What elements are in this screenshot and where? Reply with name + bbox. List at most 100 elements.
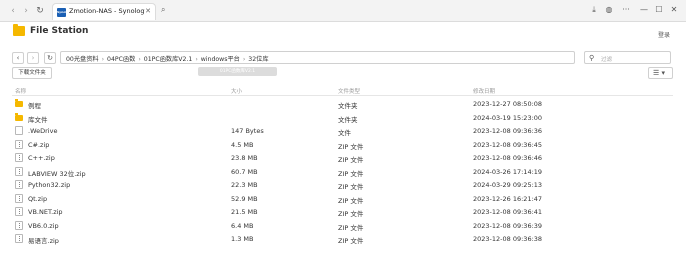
table-header: 名称 大小 文件类型 修改日期 (12, 85, 673, 96)
file-size: 52.9 MB (231, 194, 258, 203)
breadcrumb-item[interactable]: 00光盘资料 (66, 56, 99, 63)
zip-file-icon (15, 180, 23, 189)
file-modified: 2024-03-29 09:25:13 (473, 181, 543, 189)
breadcrumb-separator-icon: › (101, 56, 105, 63)
table-row[interactable]: VB6.0.zip 6.4 MB ZIP 文件 2023-12-08 09:36:39 (12, 219, 673, 233)
file-modified: 2023-12-08 09:36:39 (473, 221, 543, 230)
file-size: 21.5 MB (231, 208, 258, 216)
disabled-hint: 01PC函数库V2.1 (198, 67, 277, 76)
search-icon[interactable]: ⌕ (161, 5, 165, 15)
file-name: 易语言.zip (28, 237, 59, 245)
table-row[interactable]: 库文件 文件夹 2024-03-19 15:23:00 (12, 111, 673, 125)
file-name: LABVIEW 32位.zip (28, 169, 86, 178)
zip-file-icon (15, 166, 23, 176)
file-modified: 2023-12-08 09:36:38 (473, 235, 543, 243)
view-mode-button[interactable]: ☰ ▾ (648, 67, 673, 79)
download-icon[interactable]: ⤓ (588, 5, 600, 15)
breadcrumb-item[interactable]: 01PC函数库V2.1 (144, 56, 193, 63)
file-name: 例程 (28, 102, 41, 110)
refresh-button[interactable]: ↻ (44, 52, 56, 64)
file-name: VB6.0.zip (28, 221, 59, 230)
breadcrumb-item[interactable]: 32位库 (248, 56, 268, 63)
file-type: 文件夹 (338, 102, 358, 110)
forward-arrow-icon[interactable]: › (21, 6, 31, 16)
tab-close-icon[interactable]: ✕ (145, 7, 151, 15)
app-header (0, 22, 686, 44)
breadcrumb: 00光盘资料 › 04PC函数 › 01PC函数库V2.1 › windows平… (60, 51, 575, 64)
table-row[interactable]: VB.NET.zip 21.5 MB ZIP 文件 2023-12-08 09:36:… (12, 205, 673, 219)
filter-placeholder: 过滤 (601, 57, 613, 63)
file-name: C++.zip (28, 154, 55, 162)
file-icon (15, 126, 23, 135)
file-modified: 2023-12-26 16:21:47 (473, 194, 543, 203)
zip-file-icon (15, 193, 23, 203)
table-row[interactable]: Python32.zip 22.3 MB ZIP 文件 2024-03-29 09:2… (12, 178, 673, 192)
login-link[interactable]: 登录 (658, 30, 670, 39)
file-size: 60.7 MB (231, 167, 258, 176)
file-modified: 2023-12-08 09:36:36 (473, 127, 543, 135)
table-row[interactable]: C++.zip 23.8 MB ZIP 文件 2023-12-08 09:36:46 (12, 151, 673, 165)
filter-icon: ⚲ (589, 54, 595, 62)
globe-icon[interactable]: ◍ (603, 5, 615, 14)
breadcrumb-item[interactable]: windows平台 (201, 56, 240, 63)
zip-file-icon (15, 153, 23, 162)
file-modified: 2023-12-27 08:50:08 (473, 100, 543, 108)
file-name: .WeDrive (28, 127, 58, 135)
file-size: 4.5 MB (231, 140, 254, 149)
file-type: 文件 (338, 129, 351, 137)
table-row[interactable]: .WeDrive 147 Bytes 文件 2023-12-08 09:36:36 (12, 124, 673, 138)
zip-file-icon (15, 220, 23, 230)
breadcrumb-item[interactable]: 04PC函数 (107, 56, 135, 63)
file-type: ZIP 文件 (338, 237, 364, 245)
table-row[interactable]: LABVIEW 32位.zip 60.7 MB ZIP 文件 2024-03-26 1… (12, 165, 673, 179)
table-row[interactable]: 易语言.zip 1.3 MB ZIP 文件 2023-12-08 09:36:38 (12, 232, 673, 246)
file-size: 147 Bytes (231, 127, 264, 135)
file-name: Python32.zip (28, 181, 71, 189)
breadcrumb-separator-icon: › (195, 56, 198, 63)
file-type: ZIP 文件 (338, 196, 364, 205)
file-name: Qt.zip (28, 194, 48, 203)
file-size: 6.4 MB (231, 221, 254, 230)
file-type: ZIP 文件 (338, 142, 364, 151)
table-row[interactable]: 例程 文件夹 2023-12-27 08:50:08 (12, 97, 673, 111)
file-modified: 2023-12-08 09:36:46 (473, 154, 543, 162)
window-close-icon[interactable]: ✕ (668, 5, 680, 14)
file-type: ZIP 文件 (338, 183, 364, 191)
back-button[interactable]: ‹ (12, 52, 24, 64)
filter-input[interactable]: ⚲ 过滤 (584, 51, 671, 64)
breadcrumb-separator-icon: › (242, 56, 246, 63)
column-header-modified[interactable]: 修改日期 (473, 87, 495, 95)
tab-title: Zmotion-NAS - Synology N (69, 7, 145, 15)
file-station-folder-icon (13, 24, 25, 36)
file-modified: 2023-12-08 09:36:45 (473, 140, 543, 149)
table-row[interactable]: C#.zip 4.5 MB ZIP 文件 2023-12-08 09:36:45 (12, 138, 673, 152)
column-header-size[interactable]: 大小 (231, 87, 242, 95)
file-modified: 2023-12-08 09:36:41 (473, 208, 543, 216)
folder-icon (15, 99, 23, 107)
minimize-icon[interactable]: — (638, 5, 650, 14)
file-size: 22.3 MB (231, 181, 258, 189)
file-type: ZIP 文件 (338, 169, 364, 178)
zip-file-icon (15, 234, 23, 243)
browser-chrome: ‹ › ↻ Synology Zmotion-NAS - Synology N … (0, 0, 686, 22)
more-menu-icon[interactable]: ··· (620, 5, 632, 14)
folder-icon (15, 112, 23, 121)
synology-favicon-icon: Synology (57, 8, 73, 17)
download-folder-button[interactable]: 下载文件夹 (12, 67, 52, 79)
file-modified: 2024-03-26 17:14:19 (473, 167, 543, 176)
reload-icon[interactable]: ↻ (35, 6, 45, 16)
file-type: 文件夹 (338, 115, 358, 124)
back-arrow-icon[interactable]: ‹ (8, 6, 18, 16)
zip-file-icon (15, 207, 23, 216)
maximize-icon[interactable]: ☐ (653, 5, 665, 14)
breadcrumb-separator-icon: › (138, 56, 141, 63)
file-size: 23.8 MB (231, 154, 258, 162)
zip-file-icon (15, 139, 23, 149)
forward-button[interactable]: › (27, 52, 39, 64)
column-header-name[interactable]: 名称 (15, 87, 26, 95)
file-type: ZIP 文件 (338, 210, 364, 218)
file-modified: 2024-03-19 15:23:00 (473, 113, 543, 122)
column-header-type[interactable]: 文件类型 (338, 87, 360, 95)
browser-tab[interactable]: Synology Zmotion-NAS - Synology N ✕ (52, 3, 156, 20)
table-row[interactable]: Qt.zip 52.9 MB ZIP 文件 2023-12-26 16:21:47 (12, 192, 673, 206)
